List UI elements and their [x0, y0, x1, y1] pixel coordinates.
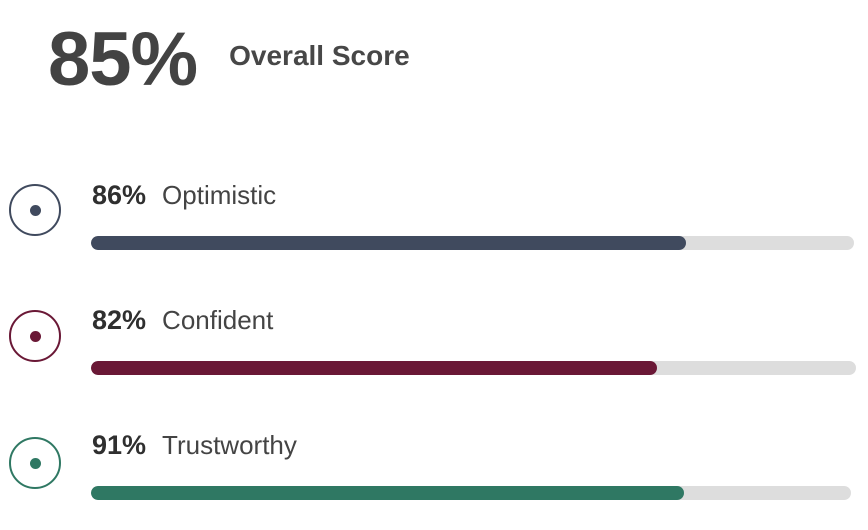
metric-value: 86%: [92, 180, 147, 210]
overall-score: 85% Overall Score: [48, 22, 410, 98]
progress-track: [91, 361, 856, 375]
target-dot: [29, 457, 41, 469]
metric-trustworthy: 91% Trustworthy: [0, 430, 868, 530]
metric-label: Trustworthy: [162, 430, 297, 460]
progress-fill: [91, 361, 658, 375]
progress-track: [91, 486, 851, 500]
metric-label: Optimistic: [162, 180, 277, 210]
overall-score-label: Overall Score: [229, 40, 410, 71]
target-ring-icon: [9, 184, 61, 236]
target-dot: [29, 204, 41, 216]
progress-track: [91, 236, 854, 250]
metric-header: 86% Optimistic: [92, 180, 276, 211]
progress-fill: [91, 486, 684, 500]
progress-fill: [91, 236, 687, 250]
metric-header: 82% Confident: [92, 305, 273, 336]
target-ring-icon: [9, 437, 61, 489]
metric-value: 91%: [92, 430, 147, 460]
target-ring-icon: [9, 310, 61, 362]
metric-optimistic: 86% Optimistic: [0, 180, 868, 280]
target-dot: [29, 330, 41, 342]
metric-header: 91% Trustworthy: [92, 430, 297, 461]
metric-value: 82%: [92, 305, 147, 335]
overall-score-value: 85%: [48, 17, 198, 102]
metric-label: Confident: [162, 305, 274, 335]
metric-confident: 82% Confident: [0, 305, 868, 405]
